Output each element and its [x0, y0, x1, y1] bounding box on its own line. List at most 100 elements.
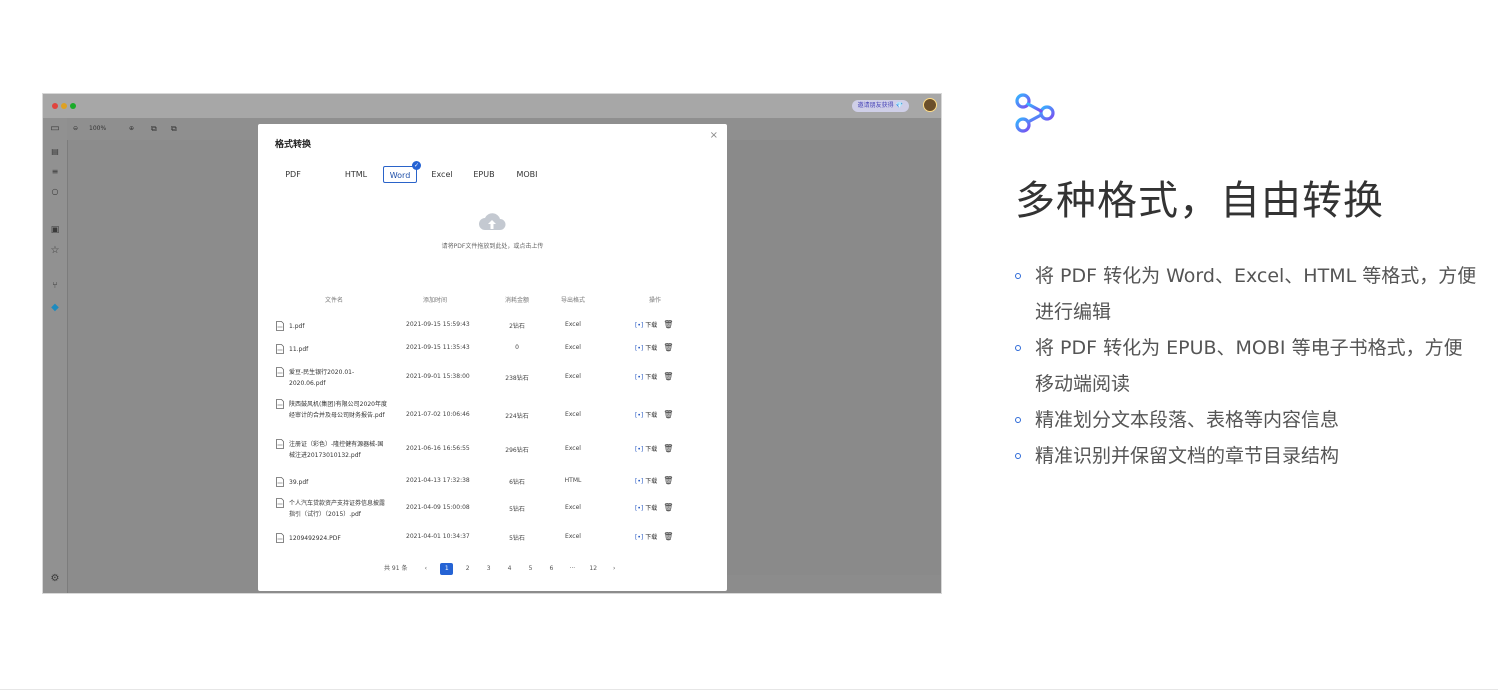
settings-icon[interactable]: ⚙ [43, 573, 67, 585]
search-icon[interactable]: ○ [43, 186, 67, 198]
col-added-time: 添加时间 [423, 297, 448, 304]
format-icon[interactable]: [•] [635, 412, 643, 419]
bullet-icon [1015, 453, 1021, 459]
download-link[interactable]: 下载 [645, 446, 657, 453]
delete-icon[interactable]: 🗑 [663, 444, 673, 453]
page-4[interactable]: 4 [503, 563, 516, 575]
delete-icon[interactable]: 🗑 [663, 476, 673, 485]
col-actions: 操作 [649, 297, 662, 304]
feature-item: 精准划分文本段落、表格等内容信息 [1015, 402, 1480, 438]
list-icon[interactable]: ≡ [43, 166, 67, 178]
export-format: Excel [565, 533, 581, 540]
table-row[interactable]: 个人汽车贷款资产支持证券信息披露指引（试行）（2015）.pdf 2021-04-… [275, 498, 705, 520]
table-row[interactable]: 1209492924.PDF 2021-04-01 10:34:37 5钻石 Exce… [275, 532, 705, 544]
export-format: Excel [565, 373, 581, 380]
page-ellipsis[interactable]: ··· [566, 563, 579, 575]
tab-excel[interactable]: Excel [428, 166, 456, 183]
zoom-out-icon[interactable]: ⊖ [73, 124, 78, 134]
export-format: HTML [564, 477, 582, 484]
format-icon[interactable]: [•] [635, 534, 643, 541]
page-12[interactable]: 12 [587, 563, 600, 575]
download-link[interactable]: 下载 [645, 345, 657, 352]
prev-page-icon[interactable]: ‹ [419, 563, 432, 575]
table-row[interactable]: 陕西鼓风机(集团)有限公司2020年度经审计的合并及母公司财务报告.pdf 202… [275, 399, 705, 432]
maximize-window-dot[interactable] [70, 103, 76, 109]
col-export-format: 导出格式 [561, 297, 586, 304]
cost: 2钻石 [509, 323, 525, 330]
download-link[interactable]: 下载 [645, 412, 657, 419]
close-icon[interactable]: × [710, 130, 718, 141]
delete-icon[interactable]: 🗑 [663, 532, 673, 541]
delete-icon[interactable]: 🗑 [663, 320, 673, 329]
title-bar: 邀请朋友获得 💎 [43, 94, 941, 118]
minimize-window-dot[interactable] [61, 103, 67, 109]
file-name[interactable]: 1209492924.PDF [289, 533, 389, 544]
table-row[interactable]: 39.pdf 2021-04-13 17:32:38 6钻石 HTML [•] 下载 🗑 [275, 476, 705, 488]
delete-icon[interactable]: 🗑 [663, 410, 673, 419]
next-page-icon[interactable]: › [608, 563, 621, 575]
tab-mobi[interactable]: MOBI [513, 166, 541, 183]
close-window-dot[interactable] [52, 103, 58, 109]
download-link[interactable]: 下载 [645, 478, 657, 485]
star-icon[interactable]: ☆ [43, 245, 67, 257]
zoom-in-icon[interactable]: ⊕ [129, 124, 134, 134]
added-time: 2021-04-13 17:32:38 [406, 477, 470, 484]
export-format: Excel [565, 504, 581, 511]
page-1[interactable]: 1 [440, 563, 454, 575]
feature-item: 将 PDF 转化为 Word、Excel、HTML 等格式，方便进行编辑 [1015, 258, 1480, 330]
export-format: Excel [565, 411, 581, 418]
file-name[interactable]: 注册证（彩色）-隆控健有源器械-国械注进20173010132.pdf [289, 439, 389, 461]
page-5[interactable]: 5 [524, 563, 537, 575]
tab-html[interactable]: HTML [342, 166, 370, 183]
table-row[interactable]: 11.pdf 2021-09-15 11:35:43 0 Excel [•] 下载 🗑 [275, 343, 705, 355]
table-row[interactable]: 注册证（彩色）-隆控健有源器械-国械注进20173010132.pdf 2021-… [275, 439, 705, 461]
file-name[interactable]: 11.pdf [289, 344, 389, 355]
file-name[interactable]: 1.pdf [289, 321, 389, 332]
delete-icon[interactable]: 🗑 [663, 343, 673, 352]
row-actions: [•] 下载 🗑 [635, 444, 673, 453]
delete-icon[interactable]: 🗑 [663, 503, 673, 512]
cost: 5钻石 [509, 535, 525, 542]
format-icon[interactable]: [•] [635, 374, 643, 381]
added-time: 2021-06-16 16:56:55 [406, 445, 470, 452]
download-link[interactable]: 下载 [645, 505, 657, 512]
added-time: 2021-09-15 11:35:43 [406, 344, 470, 351]
download-link[interactable]: 下载 [645, 322, 657, 329]
delete-icon[interactable]: 🗑 [663, 372, 673, 381]
page-3[interactable]: 3 [482, 563, 495, 575]
convert-icon[interactable]: ⑂ [43, 280, 67, 292]
document-icon[interactable]: ▤ [43, 146, 67, 158]
format-icon[interactable]: [•] [635, 322, 643, 329]
format-tabs: PDF HTML Word ✓ Excel EPUB MOBI [275, 161, 695, 184]
file-name[interactable]: 陕西鼓风机(集团)有限公司2020年度经审计的合并及母公司财务报告.pdf [289, 399, 389, 421]
folder-icon[interactable]: ▭ [43, 123, 67, 135]
file-name[interactable]: 个人汽车贷款资产支持证券信息披露指引（试行）（2015）.pdf [289, 498, 389, 520]
format-icon[interactable]: [•] [635, 478, 643, 485]
feature-list: 将 PDF 转化为 Word、Excel、HTML 等格式，方便进行编辑 将 P… [1015, 258, 1480, 474]
pdf-file-icon [276, 399, 284, 409]
avatar[interactable] [923, 98, 937, 112]
tab-epub[interactable]: EPUB [470, 166, 498, 183]
invite-badge[interactable]: 邀请朋友获得 💎 [851, 100, 909, 112]
page-6[interactable]: 6 [545, 563, 558, 575]
source-format-label: PDF [285, 170, 301, 179]
tab-word[interactable]: Word ✓ [383, 161, 421, 183]
download-link[interactable]: 下载 [645, 534, 657, 541]
duplicate-icon[interactable]: ⧉ [171, 124, 177, 134]
gem-icon[interactable]: ◆ [43, 302, 67, 314]
download-link[interactable]: 下载 [645, 374, 657, 381]
lock-icon[interactable]: ▣ [43, 224, 67, 236]
page-2[interactable]: 2 [461, 563, 474, 575]
format-icon[interactable]: [•] [635, 446, 643, 453]
file-name[interactable]: 39.pdf [289, 477, 389, 488]
file-name[interactable]: 爱豆-民生银行2020.01-2020.06.pdf [289, 367, 389, 389]
zoom-level[interactable]: 100% [89, 124, 106, 134]
table-row[interactable]: 1.pdf 2021-09-15 15:59:43 2钻石 Excel [•] 下载 🗑 [275, 320, 705, 332]
copy-icon[interactable]: ⧉ [151, 124, 157, 134]
format-icon[interactable]: [•] [635, 345, 643, 352]
upload-hint[interactable]: 请将PDF文件拖放到此处，或点击上传 [258, 241, 727, 250]
table-row[interactable]: 爱豆-民生银行2020.01-2020.06.pdf 2021-09-01 15:… [275, 367, 705, 389]
cloud-upload-icon[interactable] [477, 210, 507, 234]
format-icon[interactable]: [•] [635, 505, 643, 512]
cost: 0 [515, 344, 519, 351]
